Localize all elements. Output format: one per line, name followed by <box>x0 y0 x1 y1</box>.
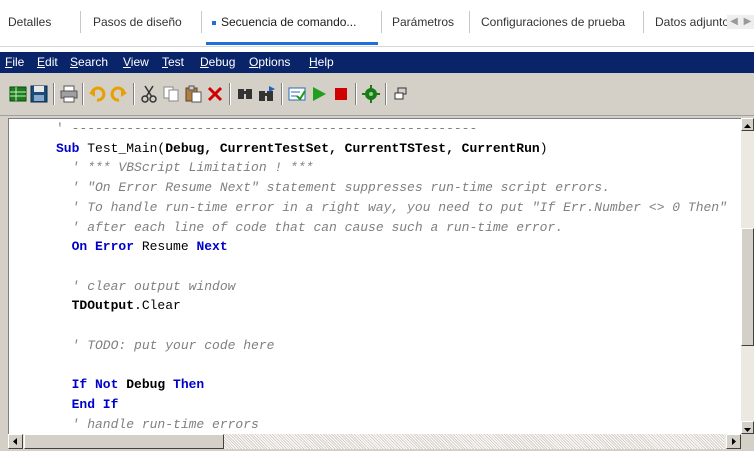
toolbar-separator <box>53 83 55 105</box>
copy-icon[interactable] <box>162 85 180 103</box>
arrow-right-icon <box>732 438 736 445</box>
grid-icon[interactable] <box>9 85 27 103</box>
code-line[interactable]: ' "On Error Resume Next" statement suppr… <box>56 178 610 197</box>
code-token: TDOutput <box>56 298 135 314</box>
code-line[interactable]: ' To handle run-time error in a right wa… <box>56 198 727 217</box>
code-token: ' --------------------------------------… <box>56 121 478 136</box>
stop-icon[interactable] <box>332 85 350 103</box>
code-line[interactable]: End If <box>56 395 119 414</box>
menu-view[interactable]: View <box>123 52 149 73</box>
code-token: ' "On Error Resume Next" statement suppr… <box>56 180 610 196</box>
vertical-scroll-thumb[interactable] <box>741 228 754 346</box>
scroll-down-button[interactable] <box>741 421 754 434</box>
code-token: Resume <box>141 239 197 255</box>
menu-help[interactable]: Help <box>309 52 334 73</box>
code-area[interactable]: ' --------------------------------------… <box>8 118 742 435</box>
menu-options[interactable]: Options <box>249 52 290 73</box>
code-token: Debug <box>126 377 174 393</box>
reference-icon[interactable] <box>362 85 380 103</box>
horizontal-scroll-track[interactable] <box>224 434 724 449</box>
script-editor: ' --------------------------------------… <box>0 116 754 451</box>
tab-scroll-right-icon[interactable]: ▶ <box>741 15 754 29</box>
find-next-icon[interactable] <box>258 85 276 103</box>
find-icon[interactable] <box>236 85 254 103</box>
paste-icon[interactable] <box>184 85 202 103</box>
code-token: ) <box>539 140 548 156</box>
code-line[interactable]: ' *** VBScript Limitation ! *** <box>56 158 314 177</box>
code-token: ' clear output window <box>56 278 236 294</box>
tab-divider <box>80 11 81 33</box>
tab-detalles[interactable]: Detalles <box>8 11 51 33</box>
toolbar-separator <box>133 83 135 105</box>
scroll-up-button[interactable] <box>741 118 754 131</box>
code-token: ' *** VBScript Limitation ! *** <box>56 160 314 176</box>
print-icon[interactable] <box>60 85 78 103</box>
code-line[interactable]: If Not Debug Then <box>56 375 205 394</box>
toolbar-separator <box>229 83 231 105</box>
tab-configuraciones-de-prueba[interactable]: Configuraciones de prueba <box>481 11 625 33</box>
arrow-up-icon <box>744 124 751 128</box>
tab-divider <box>643 11 644 33</box>
code-token: Next <box>196 239 228 255</box>
arrow-down-icon <box>744 428 751 432</box>
syntax-check-icon[interactable] <box>288 85 306 103</box>
run-icon[interactable] <box>310 85 328 103</box>
tab-divider <box>469 11 470 33</box>
code-token: Test_Main( <box>87 140 166 156</box>
code-token: Then <box>173 377 205 393</box>
code-line[interactable]: ' after each line of code that can cause… <box>56 218 564 237</box>
tab-divider <box>201 11 202 33</box>
vertical-scrollbar[interactable] <box>741 118 754 434</box>
code-token: End If <box>56 396 119 412</box>
tab-strip: Detalles Pasos de diseño Secuencia de co… <box>0 0 754 47</box>
tab-label: Secuencia de comando... <box>221 15 357 29</box>
code-line[interactable]: TDOutput.Clear <box>56 296 181 315</box>
undo-icon[interactable] <box>88 85 106 103</box>
menu-bar: File Edit Search View Test Debug Options… <box>0 52 754 73</box>
tab-pasos-de-diseno[interactable]: Pasos de diseño <box>93 11 182 33</box>
code-token: ' handle run-time errors <box>56 416 259 432</box>
redo-icon[interactable] <box>110 85 128 103</box>
code-line[interactable]: ' handle run-time errors <box>56 415 259 434</box>
code-token: ' TODO: put your code here <box>56 337 275 353</box>
toolbar-separator <box>355 83 357 105</box>
code-token: On Error <box>56 239 142 255</box>
delete-icon[interactable] <box>206 85 224 103</box>
toolbar-separator <box>82 83 84 105</box>
code-token: .Clear <box>134 298 181 314</box>
toolbar <box>0 73 754 116</box>
menu-test[interactable]: Test <box>162 52 184 73</box>
horizontal-scrollbar[interactable] <box>8 434 741 449</box>
menu-edit[interactable]: Edit <box>37 52 58 73</box>
menu-debug[interactable]: Debug <box>200 52 235 73</box>
toolbar-separator <box>385 83 387 105</box>
scroll-left-button[interactable] <box>8 434 23 449</box>
scroll-right-button[interactable] <box>726 434 741 449</box>
code-token: Debug, CurrentTestSet, CurrentTSTest, Cu… <box>165 140 540 156</box>
tab-scroll-left-icon[interactable]: ◀ <box>727 15 741 29</box>
object-browser-icon[interactable] <box>392 85 410 103</box>
code-token: ' after each line of code that can cause… <box>56 219 564 235</box>
code-token: Sub <box>56 140 88 156</box>
code-line[interactable]: ' clear output window <box>56 277 236 296</box>
code-line[interactable]: On Error Resume Next <box>56 237 228 256</box>
cut-icon[interactable] <box>140 85 158 103</box>
tab-parametros[interactable]: Parámetros <box>392 11 454 33</box>
active-tab-underline <box>206 42 378 45</box>
menu-search[interactable]: Search <box>70 52 108 73</box>
horizontal-scroll-thumb[interactable] <box>24 434 224 449</box>
save-icon[interactable] <box>30 85 48 103</box>
arrow-left-icon <box>13 438 17 445</box>
tab-datos-adjuntos[interactable]: Datos adjuntos <box>655 11 727 33</box>
code-line[interactable]: ' --------------------------------------… <box>56 119 477 138</box>
code-line[interactable]: ' TODO: put your code here <box>56 336 275 355</box>
active-tab-dot <box>212 20 216 25</box>
tab-secuencia-de-comandos[interactable]: Secuencia de comando... <box>212 11 356 33</box>
tab-divider <box>381 11 382 33</box>
code-token: If Not <box>56 377 127 393</box>
toolbar-separator <box>281 83 283 105</box>
code-line[interactable]: Sub Test_Main(Debug, CurrentTestSet, Cur… <box>56 139 548 158</box>
menu-file[interactable]: File <box>5 52 24 73</box>
code-token: ' To handle run-time error in a right wa… <box>56 199 727 215</box>
